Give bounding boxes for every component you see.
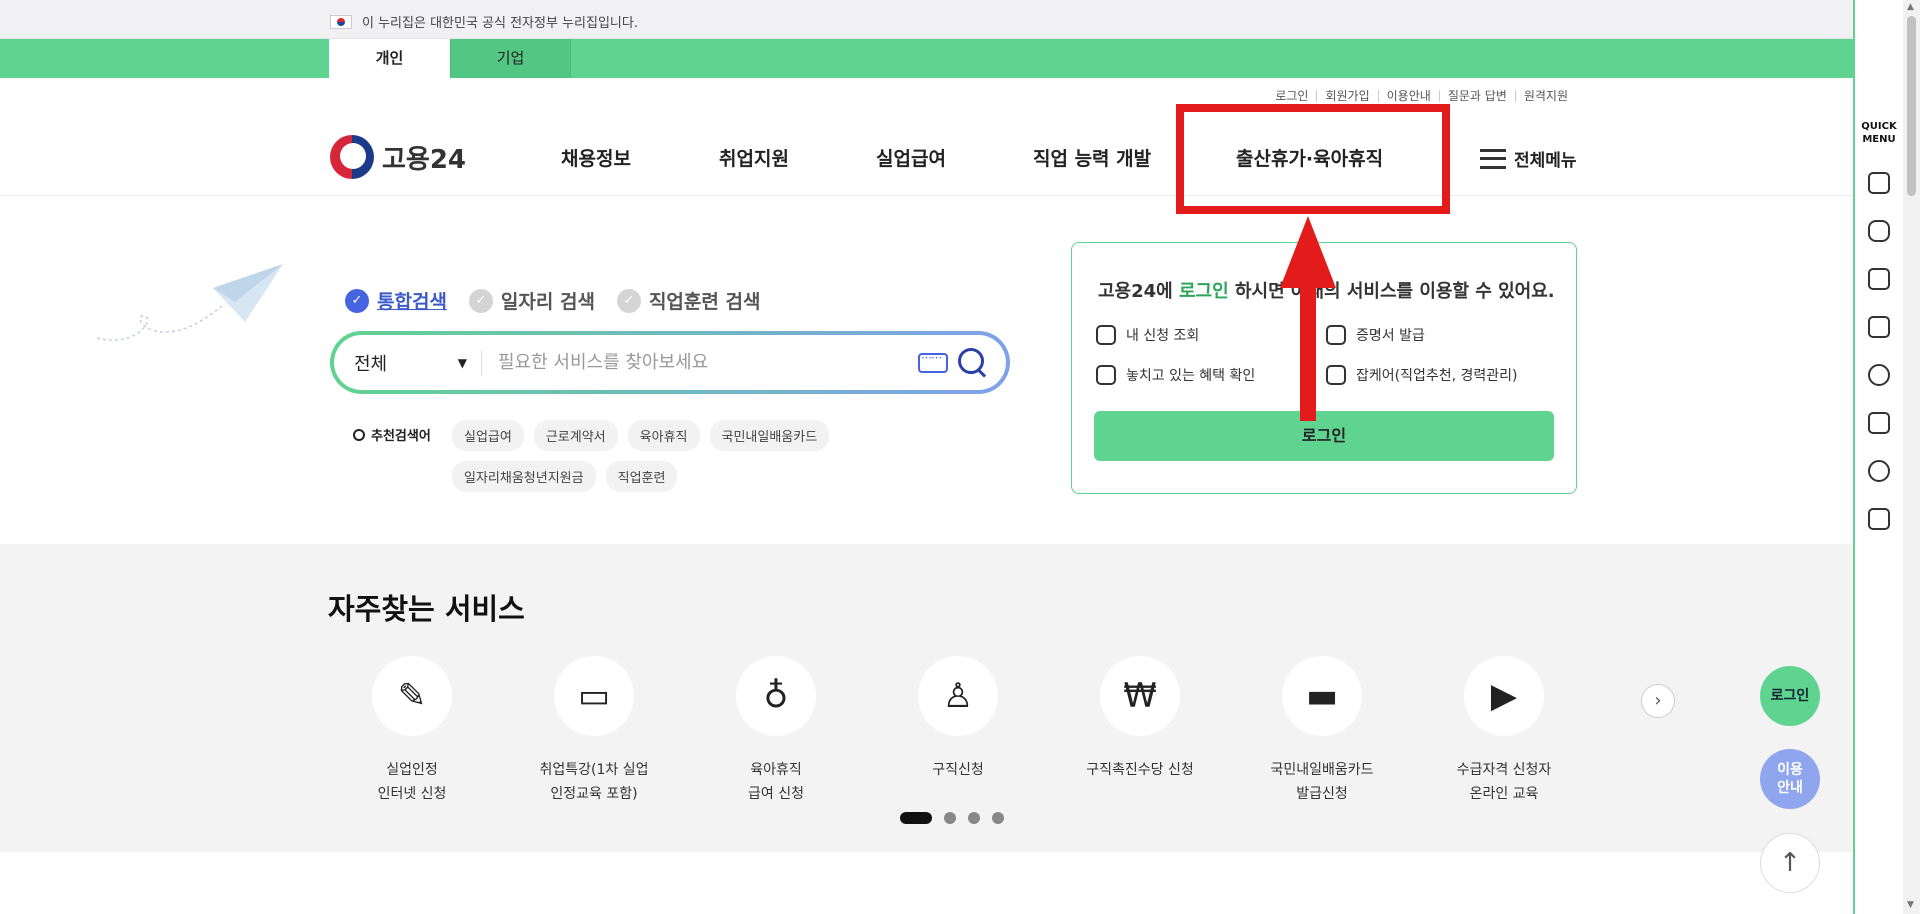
building-icon[interactable]	[1868, 172, 1890, 194]
monitor-icon[interactable]	[1868, 268, 1890, 290]
user-type-tabs: 개인 기업	[0, 39, 1853, 78]
pagination-dot[interactable]	[900, 812, 932, 824]
pagination-dot[interactable]	[992, 812, 1004, 824]
monitor-play-icon: ▶	[1490, 676, 1518, 716]
smile-icon[interactable]	[1868, 364, 1890, 386]
frequent-services-section: 자주찾는 서비스 ✎ 실업인정 인터넷 신청 ▭ 취업특강(1차 실업 인정교육 포…	[0, 544, 1853, 852]
carousel-next-button[interactable]: ›	[1641, 684, 1675, 718]
keyword-chip[interactable]: 실업급여	[452, 420, 524, 451]
person-pen-icon: ♙	[942, 676, 974, 716]
checklist-icon	[1096, 325, 1116, 345]
gnb-vocational-training[interactable]: 직업 능력 개발	[1033, 144, 1151, 171]
certificate-issue-link[interactable]: 증명서 발급	[1326, 325, 1425, 345]
page: 이 누리집은 대한민국 공식 전자정부 누리집입니다. 개인 기업 로그인 회원…	[0, 0, 1920, 914]
service-item-job-allowance[interactable]: ₩ 구직촉진수당 신청	[1050, 656, 1230, 782]
coins-icon[interactable]	[1868, 460, 1890, 482]
quick-menu-title: QUICK MENU	[1861, 121, 1897, 145]
chat-icon[interactable]	[1868, 220, 1890, 242]
search-tab-integrated[interactable]: ✓ 통합검색	[345, 287, 447, 314]
recommended-keywords: 실업급여 근로계약서 육아휴직 국민내일배움카드 일자리채움청년지원금 직업훈련	[452, 420, 992, 502]
up-arrow-annotation	[1280, 216, 1336, 421]
service-item-job-application[interactable]: ♙ 구직신청	[868, 656, 1048, 782]
baby-bottle-icon: ♁	[763, 676, 789, 716]
calculator-icon[interactable]	[1868, 412, 1890, 434]
carousel-pagination	[900, 812, 1016, 824]
gov-banner: 이 누리집은 대한민국 공식 전자정부 누리집입니다.	[0, 0, 1853, 39]
korea-flag-icon	[330, 14, 352, 29]
search-tab-training[interactable]: ✓ 직업훈련 검색	[616, 287, 760, 314]
hamburger-icon	[1480, 148, 1506, 169]
floating-login-button[interactable]: 로그인	[1760, 666, 1820, 726]
my-applications-link[interactable]: 내 신청 조회	[1096, 325, 1199, 345]
section-title: 자주찾는 서비스	[328, 592, 525, 626]
gnb-employment-support[interactable]: 취업지원	[719, 144, 789, 171]
scroll-down-icon[interactable]: ▼	[1907, 900, 1914, 910]
search-input[interactable]	[482, 352, 918, 373]
service-item-learning-card[interactable]: ▬ 국민내일배움카드 발급신청	[1232, 656, 1412, 806]
scrollbar-thumb[interactable]	[1907, 16, 1916, 196]
service-item-job-lecture[interactable]: ▭ 취업특강(1차 실업 인정교육 포함)	[504, 656, 684, 806]
site-logo[interactable]: 고용24	[330, 135, 466, 179]
pagination-dot[interactable]	[944, 812, 956, 824]
check-icon: ✓	[468, 288, 493, 313]
highlight-box-annotation	[1176, 104, 1450, 214]
util-remote-link[interactable]: 원격지원	[1514, 90, 1576, 102]
missed-benefits-link[interactable]: 놓치고 있는 혜택 확인	[1096, 365, 1255, 385]
tab-corporate[interactable]: 기업	[450, 39, 571, 78]
document-pen-icon: ✎	[397, 676, 427, 716]
check-icon: ✓	[616, 288, 641, 313]
document-search-icon	[1096, 365, 1116, 385]
checklist-icon[interactable]	[1868, 316, 1890, 338]
floating-guide-button[interactable]: 이용 안내	[1760, 749, 1820, 809]
keyword-chip[interactable]: 직업훈련	[605, 461, 678, 492]
main-viewport: 이 누리집은 대한민국 공식 전자정부 누리집입니다. 개인 기업 로그인 회원…	[0, 0, 1853, 914]
utility-links: 로그인 회원가입 이용안내 질문과 답변 원격지원	[1267, 90, 1576, 102]
arrow-up-icon: ↑	[1779, 848, 1801, 878]
check-icon: ✓	[345, 288, 369, 313]
money-bag-icon: ₩	[1123, 676, 1157, 716]
taegeuk-logo-icon	[330, 135, 374, 179]
jobcare-link[interactable]: 잡케어(직업추천, 경력관리)	[1326, 365, 1518, 385]
gnb-unemployment-benefit[interactable]: 실업급여	[876, 144, 946, 171]
search-icon[interactable]	[958, 347, 988, 378]
gnb-job-info[interactable]: 채용정보	[561, 144, 631, 171]
all-menu-button[interactable]: 전체메뉴	[1480, 146, 1577, 171]
util-signup-link[interactable]: 회원가입	[1316, 90, 1377, 102]
header-divider	[0, 195, 1853, 196]
keyword-chip[interactable]: 국민내일배움카드	[709, 420, 830, 451]
search-tab-jobs[interactable]: ✓ 일자리 검색	[468, 287, 595, 314]
search-category-select[interactable]: 전체 ▼	[334, 349, 482, 376]
util-login-link[interactable]: 로그인	[1267, 90, 1316, 102]
chevron-right-icon: ›	[1654, 690, 1662, 711]
keyword-chip[interactable]: 근로계약서	[533, 420, 618, 451]
dropdown-arrow-icon: ▼	[457, 355, 467, 370]
keyboard-icon[interactable]	[918, 351, 948, 373]
scroll-to-top-button[interactable]: ↑	[1760, 833, 1820, 893]
quick-menu: QUICK MENU	[1853, 0, 1903, 914]
util-guide-link[interactable]: 이용안내	[1377, 90, 1439, 102]
paper-plane-icon	[96, 264, 283, 341]
util-qna-link[interactable]: 질문과 답변	[1438, 90, 1515, 102]
gov-banner-text: 이 누리집은 대한민국 공식 전자정부 누리집입니다.	[362, 16, 638, 31]
recommended-keywords-label: 추천검색어	[353, 425, 431, 444]
presentation-board-icon: ▭	[577, 676, 611, 716]
search-type-tabs: ✓ 통합검색 ✓ 일자리 검색 ✓ 직업훈련 검색	[345, 287, 782, 314]
service-item-parental-leave[interactable]: ♁ 육아휴직 급여 신청	[686, 656, 866, 806]
search-box: 전체 ▼	[330, 331, 1010, 394]
service-item-online-education[interactable]: ▶ 수급자격 신청자 온라인 교육	[1414, 656, 1594, 806]
card-icon: ▬	[1305, 676, 1339, 716]
printer-icon[interactable]	[1868, 508, 1890, 530]
keyword-chip[interactable]: 일자리채움청년지원금	[452, 461, 596, 492]
keyword-chip[interactable]: 육아휴직	[627, 420, 700, 451]
logo-text: 고용24	[382, 144, 467, 175]
service-item-unemployment-cert[interactable]: ✎ 실업인정 인터넷 신청	[322, 656, 502, 806]
vertical-scrollbar[interactable]: ▲ ▼	[1903, 0, 1920, 914]
scroll-up-icon[interactable]: ▲	[1907, 2, 1914, 12]
pagination-dot[interactable]	[968, 812, 980, 824]
search-icon	[353, 428, 365, 441]
all-menu-label: 전체메뉴	[1514, 151, 1577, 171]
tab-personal[interactable]: 개인	[329, 39, 450, 78]
